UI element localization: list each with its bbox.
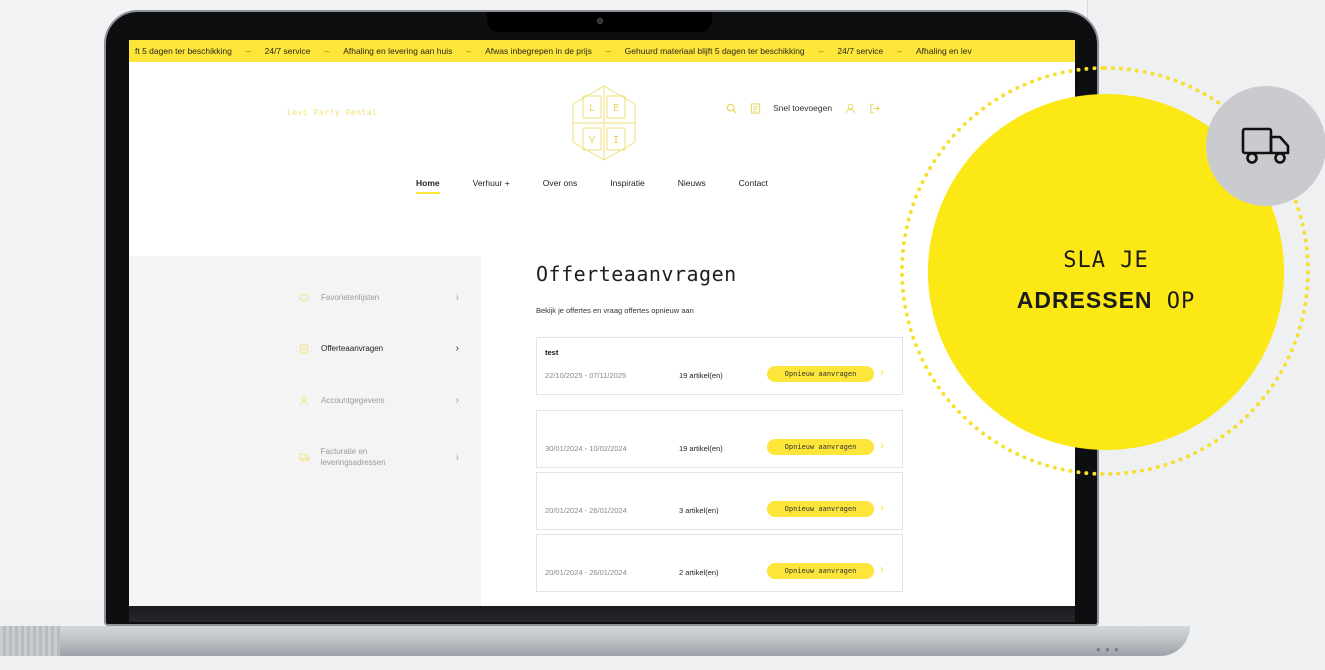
marquee-separator: – [605, 46, 611, 56]
request-again-button[interactable]: Opnieuw aanvragen [767, 563, 874, 579]
nav-item-verhuur[interactable]: Verhuur + [473, 178, 510, 194]
quote-dates: 20/01/2024 - 26/01/2024 [545, 568, 627, 577]
sidebar-item-label: Offerteaanvragen [321, 344, 384, 353]
laptop-base [0, 626, 1190, 656]
document-icon [299, 343, 311, 354]
quote-name: test [545, 348, 559, 357]
marquee-separator: – [818, 46, 824, 56]
marquee-separator: – [324, 46, 330, 56]
announcement-marquee: ft 5 dagen ter beschikking – 24/7 servic… [129, 40, 1075, 62]
marquee-item: 24/7 service [837, 46, 884, 56]
quick-add-link[interactable]: Snel toevoegen [773, 103, 832, 113]
nav-item-contact[interactable]: Contact [739, 178, 768, 194]
marquee-item: Gehuurd materiaal blijft 5 dagen ter bes… [624, 46, 805, 56]
quote-card[interactable]: test 22/10/2025 - 07/11/2025 19 artikel(… [536, 337, 903, 395]
quote-item-count: 2 artikel(en) [679, 568, 719, 577]
quote-item-count: 3 artikel(en) [679, 506, 719, 515]
truck-icon [299, 452, 311, 462]
sidebar-item-label: Facturatie en leveringsadressen [320, 447, 386, 467]
logout-icon[interactable] [868, 102, 880, 114]
levi-logo[interactable]: L E V I [571, 84, 637, 162]
logo-letter-l: L [589, 103, 595, 114]
chevron-right-icon[interactable]: › [880, 500, 884, 514]
request-again-button[interactable]: Opnieuw aanvragen [767, 501, 874, 517]
chevron-right-icon[interactable]: › [880, 562, 884, 576]
marquee-item: Afhaling en lev [915, 46, 972, 56]
marquee-item: Afwas inbegrepen in de prijs [485, 46, 592, 56]
main-nav: Home Verhuur + Over ons Inspiratie Nieuw… [416, 178, 768, 194]
account-sidebar [129, 256, 481, 606]
chevron-right-icon: › [455, 451, 459, 463]
logo-letter-i: I [613, 135, 619, 146]
brand-name[interactable]: Levi Party Rental [287, 108, 377, 117]
chevron-right-icon[interactable]: › [880, 438, 884, 452]
nav-item-over-ons[interactable]: Over ons [543, 178, 578, 194]
user-icon[interactable] [844, 102, 856, 114]
quote-dates: 20/01/2024 - 26/01/2024 [545, 506, 627, 515]
quote-card[interactable]: 20/01/2024 - 26/01/2024 2 artikel(en) Op… [536, 534, 903, 592]
camera-icon [597, 18, 603, 24]
quote-card[interactable]: 30/01/2024 - 10/02/2024 19 artikel(en) O… [536, 410, 903, 468]
sidebar-item-facturatie[interactable]: Facturatie en leveringsadressen › [299, 446, 459, 468]
marquee-item: 24/7 service [264, 46, 311, 56]
chevron-right-icon: › [455, 292, 459, 303]
sidebar-item-label: Accountgegevens [321, 396, 385, 405]
search-icon[interactable] [725, 102, 737, 114]
logo-letter-v: V [589, 135, 595, 146]
laptop-base-dots: ● ● ● [1096, 645, 1120, 654]
user-icon [299, 396, 311, 406]
sidebar-item-offerteaanvragen[interactable]: Offerteaanvragen › [299, 343, 459, 354]
marquee-item: ft 5 dagen ter beschikking [135, 46, 232, 56]
promo-highlight: ADRESSEN [1016, 287, 1153, 313]
truck-bubble [1206, 86, 1325, 206]
truck-icon [1241, 127, 1290, 164]
marquee-separator: – [245, 46, 251, 56]
sidebar-item-label: Favorietenlijsten [321, 293, 380, 302]
marquee-separator: – [466, 46, 472, 56]
laptop-base-edge [0, 626, 60, 656]
quote-item-count: 19 artikel(en) [679, 371, 723, 380]
marquee-item: Afhaling en levering aan huis [343, 46, 453, 56]
heart-icon [299, 293, 311, 303]
logo-letter-e: E [613, 103, 619, 114]
promo-headline-line2: ADRESSEN OP [928, 287, 1284, 314]
nav-item-home[interactable]: Home [416, 178, 440, 194]
sidebar-item-favorietenlijsten[interactable]: Favorietenlijsten › [299, 292, 459, 303]
header-tools: Snel toevoegen [725, 102, 880, 114]
chevron-right-icon[interactable]: › [880, 365, 884, 379]
page-title: Offerteaanvragen [536, 262, 737, 286]
page-subtitle: Bekijk je offertes en vraag offertes opn… [536, 306, 694, 315]
quote-dates: 22/10/2025 - 07/11/2025 [545, 371, 627, 380]
chevron-right-icon: › [455, 343, 459, 354]
list-icon[interactable] [749, 102, 761, 114]
promo-headline-line1: SLA JE [1063, 248, 1149, 273]
chevron-right-icon: › [455, 395, 459, 406]
promo-headline-rest: OP [1166, 289, 1196, 314]
nav-item-inspiratie[interactable]: Inspiratie [610, 178, 645, 194]
quote-card[interactable]: 20/01/2024 - 26/01/2024 3 artikel(en) Op… [536, 472, 903, 530]
screen-bezel-bottom [129, 606, 1075, 622]
nav-item-nieuws[interactable]: Nieuws [678, 178, 706, 194]
quote-item-count: 19 artikel(en) [679, 444, 723, 453]
marquee-separator: – [897, 46, 902, 56]
sidebar-item-accountgegevens[interactable]: Accountgegevens › [299, 395, 459, 406]
request-again-button[interactable]: Opnieuw aanvragen [767, 366, 874, 382]
request-again-button[interactable]: Opnieuw aanvragen [767, 439, 874, 455]
quote-dates: 30/01/2024 - 10/02/2024 [545, 444, 627, 453]
